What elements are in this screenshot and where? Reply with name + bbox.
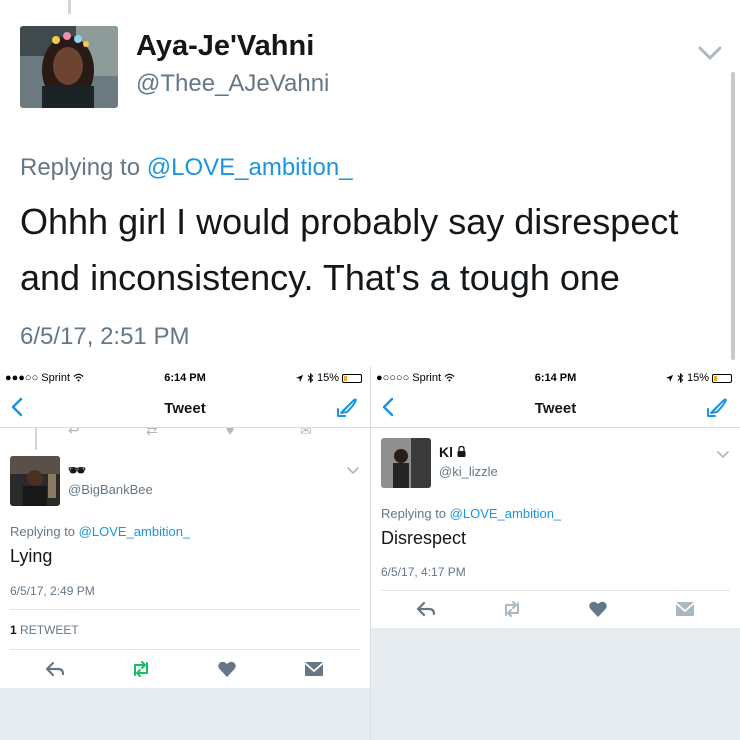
previous-tweet-actions: ↩ ⇄ ♥ ✉ bbox=[0, 428, 370, 436]
tweet-text: Ohhh girl I would probably say disrespec… bbox=[20, 201, 679, 298]
battery-percent: 15% bbox=[686, 372, 709, 384]
replying-prefix: Replying to bbox=[381, 506, 447, 521]
divider bbox=[10, 649, 360, 650]
bluetooth-icon bbox=[307, 373, 314, 383]
tweet-text: Lying bbox=[10, 546, 53, 566]
retweet-count-value: 1 bbox=[10, 623, 17, 637]
like-heart-icon[interactable] bbox=[217, 660, 237, 678]
divider bbox=[381, 590, 730, 591]
timestamp: 6/5/17, 4:17 PM bbox=[381, 565, 466, 579]
mention-link[interactable]: @LOVE_ambition_ bbox=[147, 154, 353, 181]
status-icons: 15% bbox=[295, 372, 362, 384]
scrollbar[interactable] bbox=[731, 72, 735, 360]
compose-icon[interactable] bbox=[334, 396, 358, 420]
direct-message-icon: ✉ bbox=[300, 428, 312, 436]
avatar[interactable] bbox=[381, 438, 431, 488]
timestamp: 6/5/17, 2:51 PM bbox=[20, 323, 190, 350]
location-icon bbox=[295, 374, 304, 382]
avatar[interactable] bbox=[10, 456, 60, 506]
like-heart-icon: ♥ bbox=[226, 428, 235, 436]
direct-message-icon[interactable] bbox=[304, 660, 324, 678]
location-icon bbox=[665, 374, 674, 382]
caret-down-icon[interactable] bbox=[346, 466, 360, 476]
divider bbox=[10, 609, 360, 610]
mention-link[interactable]: @LOVE_ambition_ bbox=[450, 506, 561, 521]
reply-icon[interactable] bbox=[45, 660, 65, 678]
tweet-detail-card: ↩ ⇄ ♥ ✉ 🕶 @BigBankBee Replying to @LOVE_… bbox=[0, 428, 370, 688]
navigation-bar: Tweet bbox=[0, 388, 370, 428]
replying-to: Replying to @LOVE_ambition_ bbox=[381, 506, 561, 521]
display-name[interactable]: Aya-Je'Vahni bbox=[136, 30, 314, 63]
right-screenshot: ●○○○○ Sprint 6:14 PM 15% Tweet Kl @ki_li… bbox=[370, 366, 740, 740]
display-name-row[interactable]: Kl bbox=[439, 444, 466, 460]
status-bar: ●○○○○ Sprint 6:14 PM 15% bbox=[371, 366, 740, 388]
status-bar: ●●●○○ Sprint 6:14 PM 15% bbox=[0, 366, 370, 388]
tweet-actions bbox=[0, 654, 370, 684]
nav-title: Tweet bbox=[534, 400, 577, 417]
thread-line bbox=[35, 428, 37, 450]
tweet-detail-card: Kl @ki_lizzle Replying to @LOVE_ambition… bbox=[371, 428, 740, 628]
caret-down-icon[interactable] bbox=[716, 450, 730, 460]
tweet-actions bbox=[371, 594, 740, 624]
replying-prefix: Replying to bbox=[20, 154, 141, 181]
reply-icon: ↩ bbox=[68, 428, 80, 436]
like-heart-icon[interactable] bbox=[588, 600, 608, 618]
reply-icon[interactable] bbox=[416, 600, 436, 618]
left-screenshot: ●●●○○ Sprint 6:14 PM 15% Tweet ↩ ⇄ ♥ ✉ 🕶… bbox=[0, 366, 370, 740]
tweet-text: Disrespect bbox=[381, 528, 467, 548]
replying-to: Replying to @LOVE_ambition_ bbox=[10, 524, 190, 539]
user-handle[interactable]: @BigBankBee bbox=[68, 482, 153, 497]
avatar[interactable] bbox=[20, 26, 118, 108]
main-tweet: Aya-Je'Vahni @Thee_AJeVahni Replying to … bbox=[0, 0, 740, 366]
user-handle[interactable]: @ki_lizzle bbox=[439, 464, 498, 479]
retweet-count[interactable]: 1 RETWEET bbox=[10, 623, 79, 637]
status-icons: 15% bbox=[665, 372, 732, 384]
lock-icon bbox=[457, 445, 466, 457]
battery-icon bbox=[342, 373, 362, 383]
retweet-icon: ⇄ bbox=[146, 428, 158, 436]
mention-link[interactable]: @LOVE_ambition_ bbox=[79, 524, 190, 539]
compose-icon[interactable] bbox=[704, 396, 728, 420]
retweet-icon[interactable] bbox=[502, 600, 522, 618]
direct-message-icon[interactable] bbox=[675, 600, 695, 618]
caret-down-icon[interactable] bbox=[697, 44, 723, 62]
display-name[interactable]: 🕶 bbox=[68, 462, 86, 479]
battery-percent: 15% bbox=[316, 372, 339, 384]
retweet-count-label: RETWEET bbox=[20, 623, 79, 637]
battery-icon bbox=[712, 373, 732, 383]
bluetooth-icon bbox=[677, 373, 684, 383]
display-name: Kl bbox=[439, 444, 453, 460]
navigation-bar: Tweet bbox=[371, 388, 740, 428]
thread-line bbox=[68, 0, 71, 14]
nav-title: Tweet bbox=[164, 400, 206, 417]
timestamp: 6/5/17, 2:49 PM bbox=[10, 584, 95, 598]
replying-to: Replying to @LOVE_ambition_ bbox=[20, 154, 353, 182]
user-handle[interactable]: @Thee_AJeVahni bbox=[136, 70, 329, 98]
replying-prefix: Replying to bbox=[10, 524, 76, 539]
retweet-icon[interactable] bbox=[131, 660, 151, 678]
